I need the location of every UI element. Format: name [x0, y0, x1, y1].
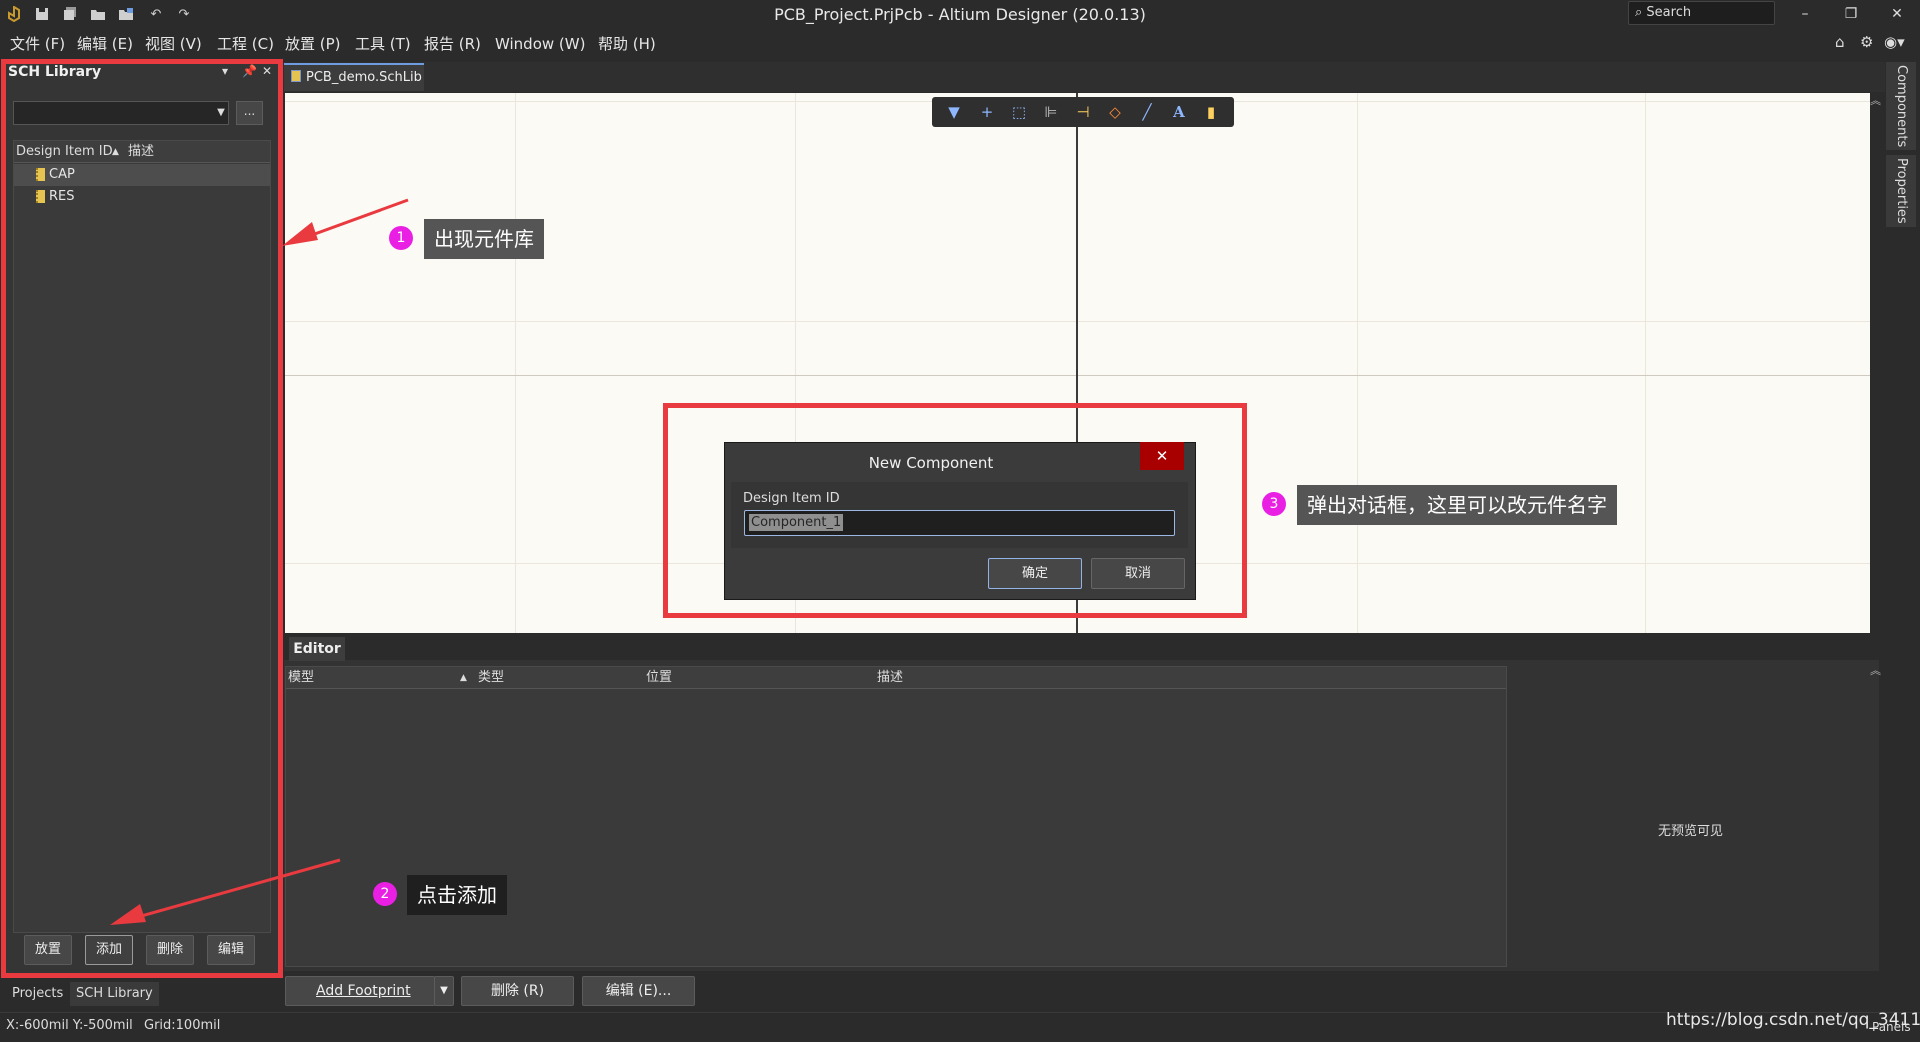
tab-editor[interactable]: Editor [289, 637, 345, 661]
callout-badge-2: 2 [373, 882, 397, 906]
add-model-dropdown[interactable]: ▼ [434, 976, 454, 1006]
menu-help[interactable]: 帮助 (H) [598, 29, 656, 59]
line-icon[interactable]: ╱ [1134, 101, 1160, 123]
tab-pcb-demo-schlib[interactable]: PCB_demo.SchLib [284, 63, 424, 91]
column-model[interactable]: 模型 [288, 667, 314, 689]
document-tab-strip [283, 62, 1885, 92]
cursor-coordinates: X:-600mil Y:-500mil [6, 1018, 133, 1033]
component-part-icon[interactable]: ▮ [1198, 101, 1224, 123]
sort-icon: ▲ [460, 673, 467, 683]
collapse-up-icon[interactable]: ︽ [1870, 662, 1881, 678]
add-footprint-label: Add Footprint [316, 983, 411, 999]
watermark-text: https://blog.csdn.net/qq_34118600 [1666, 1010, 1920, 1030]
delete-model-button[interactable]: 删除 (R) [461, 976, 574, 1006]
chevron-down-icon: ▼ [440, 985, 448, 996]
tab-properties[interactable]: Properties [1886, 155, 1916, 227]
minimize-icon[interactable]: – [1782, 0, 1828, 29]
search-icon: ⌕ [1635, 5, 1643, 20]
restore-icon[interactable]: ❐ [1828, 0, 1874, 29]
close-window-icon[interactable]: ✕ [1874, 0, 1920, 29]
column-location[interactable]: 位置 [646, 667, 672, 689]
menu-tools[interactable]: 工具 (T) [355, 29, 411, 59]
column-description[interactable]: 描述 [877, 667, 903, 689]
menu-file[interactable]: 文件 (F) [10, 29, 65, 59]
callout-click-add: 点击添加 [407, 875, 507, 915]
edit-model-button[interactable]: 编辑 (E)... [582, 976, 695, 1006]
highlight-box-dialog [663, 403, 1247, 618]
grid-size: Grid:100mil [144, 1018, 221, 1033]
schlib-file-icon [291, 70, 301, 82]
user-icon[interactable]: ◉▾ [1884, 33, 1905, 51]
menu-window[interactable]: Window (W) [495, 29, 585, 59]
crosshair-icon[interactable]: + [974, 101, 1000, 123]
collapse-up-icon[interactable]: ︽ [1870, 92, 1881, 108]
menu-edit[interactable]: 编辑 (E) [77, 29, 133, 59]
text-icon[interactable]: A [1166, 101, 1192, 123]
filter-icon[interactable]: ▼ [941, 101, 967, 123]
menu-place[interactable]: 放置 (P) [285, 29, 341, 59]
status-bar [0, 1012, 1920, 1042]
tab-projects[interactable]: Projects [12, 982, 63, 1006]
fill-shape-icon[interactable]: ◇ [1102, 101, 1128, 123]
menu-project[interactable]: 工程 (C) [217, 29, 274, 59]
callout-badge-1: 1 [389, 226, 413, 250]
callout-library-appears: 出现元件库 [424, 219, 544, 259]
pin-place-icon[interactable]: ⊣ [1070, 101, 1096, 123]
align-icon[interactable]: ⊫ [1038, 101, 1064, 123]
tab-sch-library[interactable]: SCH Library [70, 982, 159, 1006]
gear-icon[interactable]: ⚙ [1860, 33, 1873, 51]
highlight-box-library [1, 59, 283, 978]
preview-empty-text: 无预览可见 [1658, 824, 1724, 839]
callout-dialog-rename: 弹出对话框，这里可以改元件名字 [1297, 485, 1617, 525]
home-icon[interactable]: ⌂ [1835, 33, 1845, 51]
select-rectangle-icon[interactable]: ⬚ [1006, 101, 1032, 123]
menu-view[interactable]: 视图 (V) [145, 29, 202, 59]
search-input[interactable]: ⌕ Search [1628, 1, 1775, 25]
tab-components[interactable]: Components [1886, 62, 1916, 150]
callout-badge-3: 3 [1262, 492, 1286, 516]
model-grid [285, 666, 1507, 967]
menu-reports[interactable]: 报告 (R) [424, 29, 481, 59]
search-placeholder: Search [1646, 5, 1692, 20]
add-footprint-button[interactable]: Add Footprint [285, 976, 435, 1006]
column-type[interactable]: 类型 [478, 667, 504, 689]
